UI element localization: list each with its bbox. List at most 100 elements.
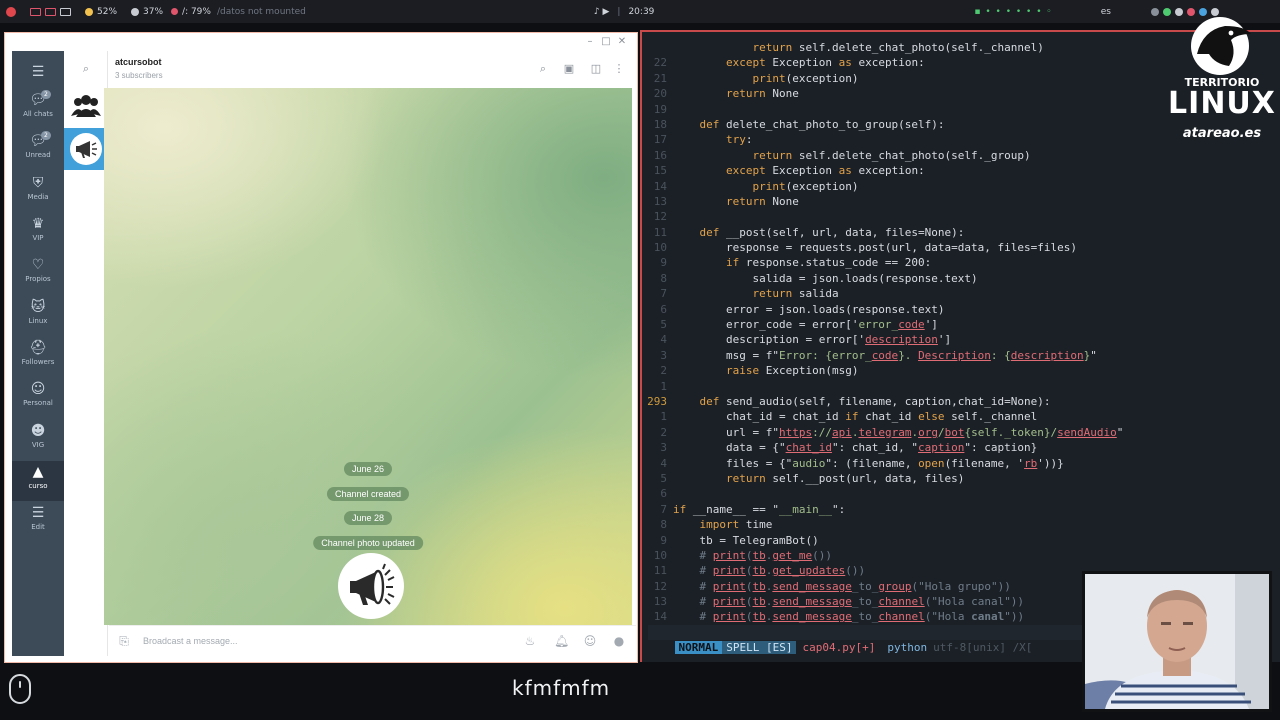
indent-guide <box>673 595 700 608</box>
code-line[interactable]: 9 if response.status_code == 200: <box>642 255 1280 270</box>
window-titlebar[interactable]: – □ ✕ <box>5 33 637 51</box>
folder-curso[interactable]: ▲ curso <box>12 461 64 501</box>
folder-label: Edit <box>31 523 45 531</box>
screen-icon[interactable] <box>30 7 41 16</box>
indent-guide <box>673 87 726 100</box>
folder-vig[interactable]: ☻ VIG <box>12 420 64 460</box>
indent-guide <box>673 149 752 162</box>
code-line[interactable]: 3 msg = f"Error: {error_code}. Descripti… <box>642 348 1280 363</box>
close-icon[interactable]: ✕ <box>616 36 628 48</box>
line-number: 13 <box>653 595 667 609</box>
line-number: 7 <box>660 502 667 516</box>
code-line[interactable]: 11 def __post(self, url, data, files=Non… <box>642 225 1280 240</box>
folder-propios[interactable]: ♡ Propios <box>12 254 64 294</box>
code-line[interactable]: 15 except Exception as exception: <box>642 163 1280 178</box>
comments-icon[interactable]: ▣ <box>562 62 576 76</box>
code-line[interactable]: 10 response = requests.post(url, data=da… <box>642 240 1280 255</box>
code-line[interactable]: 12 <box>642 209 1280 224</box>
code-line[interactable]: 13 return None <box>642 194 1280 209</box>
folder-linux[interactable]: 🐱︎ Linux <box>12 296 64 336</box>
commands-icon[interactable]: ♨ <box>523 634 537 648</box>
code-text: tb = TelegramBot() <box>699 533 819 547</box>
code-text: return self.__post(url, data, files) <box>725 471 965 485</box>
penguin-logo-icon <box>1191 17 1251 75</box>
date-separator: June 26 <box>343 462 393 476</box>
workspaces-indicator[interactable]: ▪ • • • • • • ◦ <box>974 7 1052 17</box>
folder-vip[interactable]: ♛ VIP <box>12 213 64 253</box>
vim-statusline: NORMAL SPELL [ES] cap04.py[+] python utf-8[u… <box>648 625 1082 654</box>
folder-unread[interactable]: 💬︎ 2 Unread <box>12 130 64 170</box>
keyboard-layout[interactable]: es <box>1101 7 1111 17</box>
folder-edit[interactable]: ☰ Edit <box>12 502 64 542</box>
code-line[interactable]: 16 return self.delete_chat_photo(self._g… <box>642 148 1280 163</box>
chat-item-group[interactable] <box>70 89 102 121</box>
code-line[interactable]: 4 files = {"audio": (filename, open(file… <box>642 456 1280 471</box>
indent-guide <box>673 395 700 408</box>
code-text: # print(tb.send_message_to_channel("Hola… <box>699 595 1025 609</box>
search-icon[interactable]: ⌕ <box>79 62 93 76</box>
search-icon[interactable]: ⌕ <box>536 62 550 76</box>
code-line[interactable]: 2 url = f"https://api.telegram.org/bot{s… <box>642 425 1280 440</box>
message-input[interactable]: Broadcast a message... <box>143 636 238 646</box>
indent-guide <box>673 564 700 577</box>
minimize-icon[interactable]: – <box>584 36 596 48</box>
chat-title[interactable]: atcursobot <box>115 57 162 67</box>
code-line[interactable]: 3 data = {"chat_id": chat_id, "caption":… <box>642 440 1280 455</box>
code-line[interactable]: 8 salida = json.loads(response.text) <box>642 271 1280 286</box>
line-number: 1 <box>660 410 667 424</box>
code-line[interactable]: 1 chat_id = chat_id if chat_id else self… <box>642 409 1280 424</box>
code-line[interactable]: 293 def send_audio(self, filename, capti… <box>642 394 1280 409</box>
code-line[interactable]: 5 error_code = error['error_code'] <box>642 317 1280 332</box>
group-icon: ☻ <box>30 423 46 439</box>
code-text: salida = json.loads(response.text) <box>752 271 978 285</box>
battery-icon <box>85 7 93 16</box>
code-line[interactable]: 6 <box>642 486 1280 501</box>
more-options-icon[interactable]: ⋮ <box>612 62 626 76</box>
folder-followers[interactable]: ⛑ Followers <box>12 337 64 377</box>
folder-media[interactable]: ⛨ Media <box>12 172 64 212</box>
code-line[interactable]: 6 error = json.loads(response.text) <box>642 302 1280 317</box>
bell-icon[interactable]: 🔔︎ <box>554 634 569 648</box>
code-text: # print(tb.get_updates()) <box>699 564 866 578</box>
menu-button[interactable]: ☰ <box>12 57 64 87</box>
line-number: 4 <box>660 333 667 347</box>
mouse-icon <box>9 674 31 704</box>
code-line[interactable]: 8 import time <box>642 517 1280 532</box>
line-number: 19 <box>653 102 667 116</box>
folder-personal[interactable]: ☺ Personal <box>12 378 64 418</box>
sidebar-toggle-icon[interactable]: ◫ <box>589 62 603 76</box>
indent-guide <box>673 41 752 54</box>
microphone-icon[interactable]: ● <box>612 634 626 648</box>
megaphone-icon <box>76 141 97 158</box>
folder-all-chats[interactable]: 💬︎ 2 All chats <box>12 89 64 129</box>
code-line[interactable]: 5 return self.__post(url, data, files) <box>642 471 1280 486</box>
folder-label: Unread <box>25 151 51 159</box>
system-top-bar: 52% 37% /: 79% /datos not mounted ♪ ▶ | … <box>0 0 1280 23</box>
monitor-icon[interactable] <box>60 7 71 16</box>
window-icon[interactable] <box>45 7 56 16</box>
emoji-icon[interactable]: ☺ <box>583 634 597 648</box>
channel-photo[interactable] <box>338 553 404 619</box>
indent-guide <box>673 164 726 177</box>
code-text: raise Exception(msg) <box>725 364 859 378</box>
code-line[interactable]: 14 print(exception) <box>642 179 1280 194</box>
media-controls[interactable]: ♪ ▶ <box>594 7 610 17</box>
code-line[interactable]: 1 <box>642 379 1280 394</box>
code-line[interactable]: 4 description = error['description'] <box>642 332 1280 347</box>
code-line[interactable]: 7 return salida <box>642 286 1280 301</box>
line-number: 16 <box>653 148 667 162</box>
code-line[interactable]: 10 # print(tb.get_me()) <box>642 548 1280 563</box>
maximize-icon[interactable]: □ <box>600 36 612 48</box>
attach-icon[interactable]: ⎘ <box>117 634 131 648</box>
code-line[interactable]: 2 raise Exception(msg) <box>642 363 1280 378</box>
code-line[interactable]: 7 if __name__ == "__main__": <box>642 502 1280 517</box>
code-line[interactable]: 9 tb = TelegramBot() <box>642 533 1280 548</box>
bluetooth-icon[interactable] <box>1150 7 1159 16</box>
indent-guide <box>673 457 726 470</box>
line-number: 2 <box>660 425 667 439</box>
power-icon[interactable] <box>6 6 16 17</box>
code-text: error = json.loads(response.text) <box>725 302 945 316</box>
indent-guide <box>673 472 726 485</box>
indent-guide <box>673 72 752 85</box>
heart-icon: ♡ <box>31 257 45 273</box>
